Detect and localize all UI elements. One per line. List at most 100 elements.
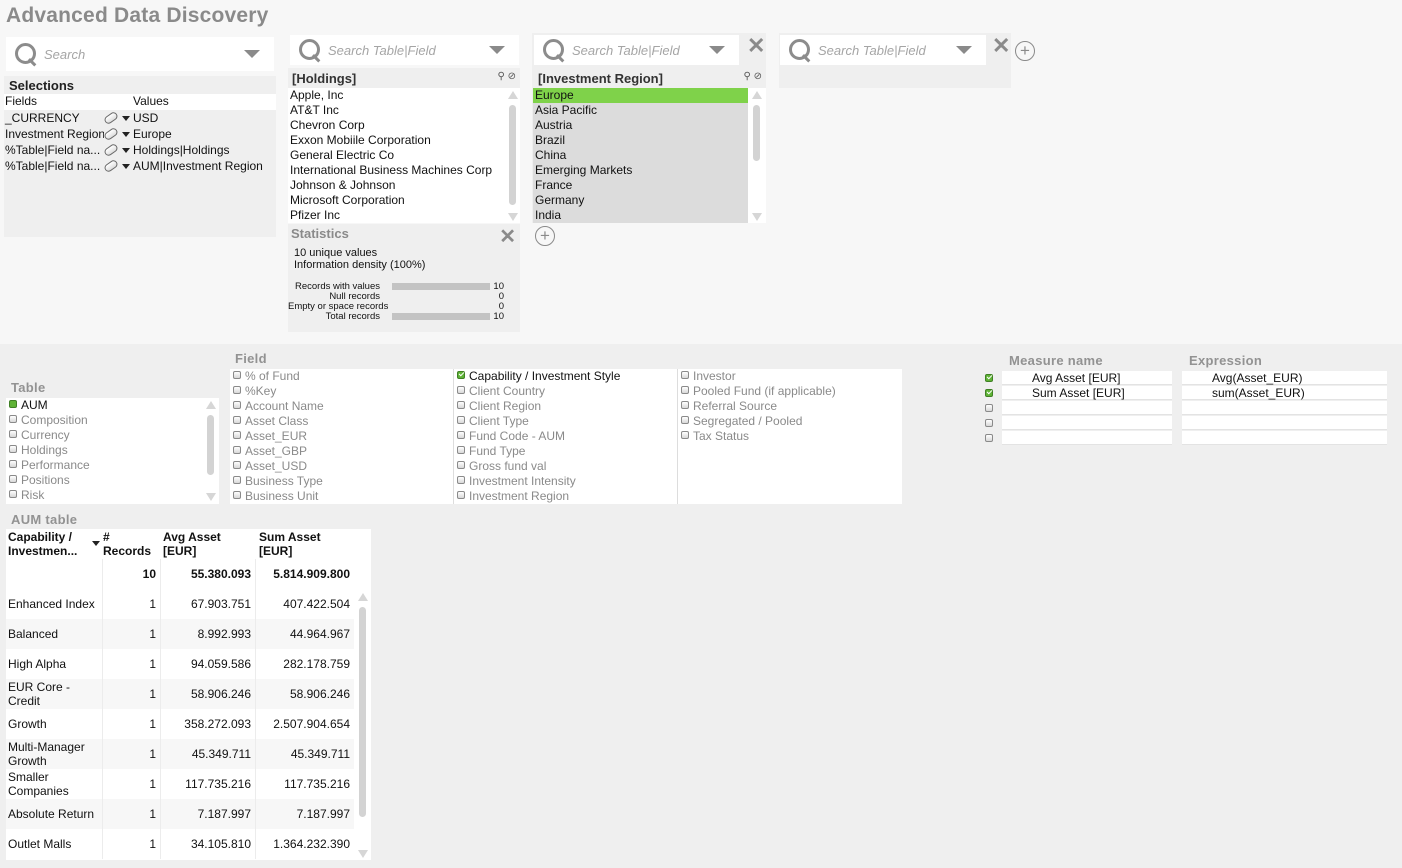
column-header-capability[interactable]: Capability / Investmen...	[8, 530, 98, 558]
checkbox-item[interactable]: %Key	[230, 384, 453, 399]
checkbox-item[interactable]: Fund Code - AUM	[454, 429, 677, 444]
table-row[interactable]: High Alpha 1 94.059.586 282.178.759	[6, 649, 354, 679]
list-item[interactable]: Apple, Inc	[288, 88, 508, 103]
chevron-down-icon[interactable]	[489, 46, 505, 54]
expression-input[interactable]: sum(Asset_EUR)	[1182, 385, 1387, 400]
table-row[interactable]: Absolute Return 1 7.187.997 7.187.997	[6, 799, 354, 829]
dropdown-icon[interactable]	[122, 147, 130, 153]
checkbox-icon[interactable]	[233, 386, 241, 394]
selection-row[interactable]: %Table|Field na... Holdings|Holdings	[4, 142, 276, 158]
checkbox-item[interactable]: Composition	[6, 413, 219, 428]
table-row[interactable]: Growth 1 358.272.093 2.507.904.654	[6, 709, 354, 739]
dropdown-icon[interactable]	[122, 163, 130, 169]
list-item[interactable]: Austria	[533, 118, 748, 133]
scrollbar[interactable]	[206, 401, 216, 501]
list-item[interactable]: Johnson & Johnson	[288, 178, 508, 193]
selections-search[interactable]: Search	[6, 37, 274, 71]
checkbox-icon[interactable]	[985, 418, 993, 427]
table-row[interactable]: Multi-Manager Growth 1 45.349.711 45.349.71…	[6, 739, 354, 769]
checkbox-icon[interactable]	[9, 460, 17, 468]
list-item[interactable]: Emerging Markets	[533, 163, 748, 178]
checkbox-icon[interactable]	[457, 386, 465, 394]
checkbox-item[interactable]: Fund Type	[454, 444, 677, 459]
expression-input[interactable]	[1182, 430, 1387, 445]
add-listbox-button[interactable]: +	[535, 226, 555, 246]
list-item[interactable]: Brazil	[533, 133, 748, 148]
checkbox-icon[interactable]	[681, 416, 689, 424]
checkbox-item[interactable]: % of Fund	[230, 369, 453, 384]
sort-dropdown-icon[interactable]	[92, 541, 100, 546]
search-icon[interactable]: ⚲	[744, 71, 751, 82]
checkbox-icon[interactable]	[457, 401, 465, 409]
table-row[interactable]: EUR Core - Credit 1 58.906.246 58.906.246	[6, 679, 354, 709]
scroll-down-icon[interactable]	[508, 213, 518, 221]
eraser-icon[interactable]: ⊘	[508, 71, 516, 82]
checkbox-icon[interactable]	[233, 401, 241, 409]
checkbox-icon[interactable]	[233, 461, 241, 469]
scroll-up-icon[interactable]	[358, 593, 368, 601]
checkbox-item[interactable]: Investor	[678, 369, 902, 384]
chevron-down-icon[interactable]	[244, 50, 260, 58]
checkbox-checked-icon[interactable]	[985, 388, 993, 397]
list-item[interactable]: International Business Machines Corp	[288, 163, 508, 178]
close-icon[interactable]: ✕	[992, 35, 1010, 57]
dropdown-icon[interactable]	[122, 115, 130, 121]
measure-name-input[interactable]	[1002, 415, 1172, 430]
table-row[interactable]: Balanced 1 8.992.993 44.964.967	[6, 619, 354, 649]
search-icon[interactable]: ⚲	[498, 71, 505, 82]
checkbox-icon[interactable]	[9, 475, 17, 483]
checkbox-item[interactable]: Business Unit	[230, 489, 453, 504]
list-item[interactable]: Asia Pacific	[533, 103, 748, 118]
checkbox-icon[interactable]	[9, 430, 17, 438]
scrollbar[interactable]	[358, 593, 368, 858]
measure-name-input[interactable]	[1002, 400, 1172, 415]
listbox3-search[interactable]: Search Table|Field	[780, 35, 986, 65]
checkbox-icon[interactable]	[233, 491, 241, 499]
expression-input[interactable]: Avg(Asset_EUR)	[1182, 370, 1387, 385]
checkbox-item[interactable]: Account Name	[230, 399, 453, 414]
list-item[interactable]: Chevron Corp	[288, 118, 508, 133]
checkbox-item[interactable]: Asset_USD	[230, 459, 453, 474]
checkbox-item[interactable]: Tax Status	[678, 429, 902, 444]
scroll-down-icon[interactable]	[206, 493, 216, 501]
checkbox-item[interactable]: Client Type	[454, 414, 677, 429]
scroll-up-icon[interactable]	[752, 91, 762, 99]
checkbox-item[interactable]: Asset_GBP	[230, 444, 453, 459]
checkbox-icon[interactable]	[233, 416, 241, 424]
list-item[interactable]: AT&T Inc	[288, 103, 508, 118]
checkbox-icon[interactable]	[985, 403, 993, 412]
checkbox-item[interactable]: Segregated / Pooled	[678, 414, 902, 429]
eraser-icon[interactable]	[102, 110, 120, 126]
scroll-up-icon[interactable]	[206, 401, 216, 409]
checkbox-icon[interactable]	[681, 386, 689, 394]
checkbox-icon[interactable]	[457, 431, 465, 439]
eraser-icon[interactable]	[102, 158, 120, 174]
list-item[interactable]: India	[533, 208, 748, 223]
table-row[interactable]: Smaller Companies 1 117.735.216 117.735.216	[6, 769, 354, 799]
checkbox-item[interactable]: Capability / Investment Style	[454, 369, 677, 384]
table-row[interactable]: Enhanced Index 1 67.903.751 407.422.504	[6, 589, 354, 619]
selection-row[interactable]: _CURRENCY USD	[4, 110, 276, 126]
dropdown-icon[interactable]	[122, 131, 130, 137]
checkbox-checked-icon[interactable]	[9, 400, 17, 408]
list-item[interactable]: Pfizer Inc	[288, 208, 508, 223]
listbox2-search[interactable]: Search Table|Field	[534, 35, 739, 65]
table-row[interactable]: Outlet Malls 1 34.105.810 1.364.232.390	[6, 829, 354, 859]
scrollbar[interactable]	[752, 91, 762, 221]
checkbox-checked-icon[interactable]	[457, 371, 465, 379]
checkbox-item[interactable]: Asset_EUR	[230, 429, 453, 444]
selection-row[interactable]: Investment Region Europe	[4, 126, 276, 142]
list-item[interactable]: General Electric Co	[288, 148, 508, 163]
checkbox-item[interactable]: Gross fund val	[454, 459, 677, 474]
list-item[interactable]: Exxon Mobiile Corporation	[288, 133, 508, 148]
checkbox-item[interactable]: Referral Source	[678, 399, 902, 414]
close-icon[interactable]: ✕	[499, 227, 516, 247]
list-item[interactable]: Europe	[533, 88, 748, 103]
listbox1-search[interactable]: Search Table|Field	[290, 35, 519, 65]
column-header-sum-asset[interactable]: Sum Asset [EUR]	[259, 530, 339, 558]
checkbox-item[interactable]: Investment Intensity	[454, 474, 677, 489]
eraser-icon[interactable]: ⊘	[754, 71, 762, 82]
checkbox-item[interactable]: Client Region	[454, 399, 677, 414]
checkbox-icon[interactable]	[233, 446, 241, 454]
chevron-down-icon[interactable]	[709, 46, 725, 54]
